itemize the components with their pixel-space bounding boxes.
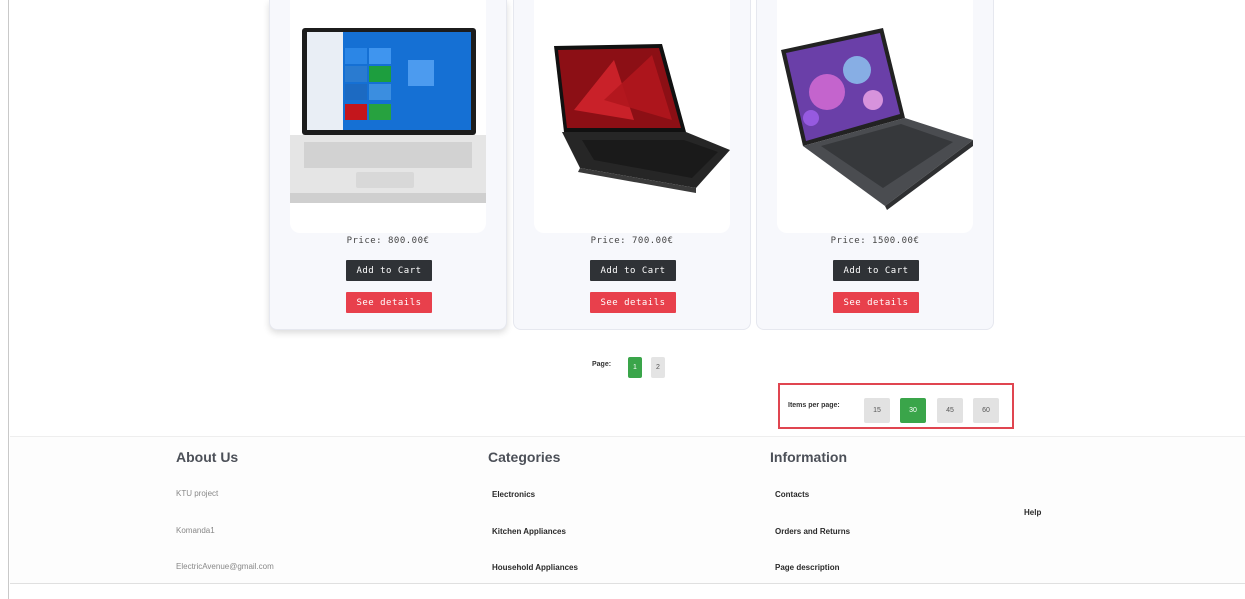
page-button-1[interactable]: 1 <box>628 357 642 378</box>
product-price: Price: 800.00€ <box>346 236 430 246</box>
footer-about-title: About Us <box>176 449 239 465</box>
add-to-cart-button[interactable]: Add to Cart <box>346 260 432 281</box>
footer-about-team: Komanda1 <box>176 526 215 535</box>
items-per-page-30[interactable]: 30 <box>900 398 926 423</box>
laptop-image-acer[interactable] <box>534 0 730 233</box>
product-card: Price: 700.00€ Add to Cart See details <box>513 0 751 330</box>
pagination-label: Page: <box>592 361 612 368</box>
footer-link-page-description[interactable]: Page description <box>775 563 839 572</box>
items-per-page-15[interactable]: 15 <box>864 398 890 423</box>
laptop-image-hp[interactable] <box>290 0 486 233</box>
product-card: Price: 1500.00€ Add to Cart See details <box>756 0 994 330</box>
footer-link-household-appliances[interactable]: Household Appliances <box>492 563 578 572</box>
footer-link-contacts[interactable]: Contacts <box>775 490 809 499</box>
see-details-button[interactable]: See details <box>346 292 432 313</box>
add-to-cart-button[interactable]: Add to Cart <box>590 260 676 281</box>
page-button-2[interactable]: 2 <box>651 357 665 378</box>
site-footer: About Us KTU project Komanda1 ElectricAv… <box>10 436 1245 584</box>
footer-link-kitchen-appliances[interactable]: Kitchen Appliances <box>492 527 566 536</box>
product-image-frame <box>534 0 730 233</box>
items-per-page-selector: Items per page: 15 30 45 60 <box>778 383 1014 429</box>
footer-link-electronics[interactable]: Electronics <box>492 490 535 499</box>
items-per-page-45[interactable]: 45 <box>937 398 963 423</box>
product-price: Price: 700.00€ <box>590 236 674 246</box>
page-left-border <box>8 0 9 599</box>
product-card: Price: 800.00€ Add to Cart See details <box>269 0 507 330</box>
items-per-page-60[interactable]: 60 <box>973 398 999 423</box>
see-details-button[interactable]: See details <box>590 292 676 313</box>
footer-about-email: ElectricAvenue@gmail.com <box>176 562 274 571</box>
product-image-frame <box>777 0 973 233</box>
footer-about-project: KTU project <box>176 489 219 498</box>
add-to-cart-button[interactable]: Add to Cart <box>833 260 919 281</box>
items-per-page-label: Items per page: <box>788 402 840 409</box>
product-image-frame <box>290 0 486 233</box>
footer-link-help[interactable]: Help <box>1024 508 1041 517</box>
see-details-button[interactable]: See details <box>833 292 919 313</box>
footer-categories-title: Categories <box>488 449 561 465</box>
laptop-image-dell[interactable] <box>777 0 973 233</box>
footer-divider <box>10 583 1245 584</box>
footer-information-title: Information <box>770 449 847 465</box>
footer-link-orders-returns[interactable]: Orders and Returns <box>775 527 850 536</box>
product-price: Price: 1500.00€ <box>830 236 920 246</box>
